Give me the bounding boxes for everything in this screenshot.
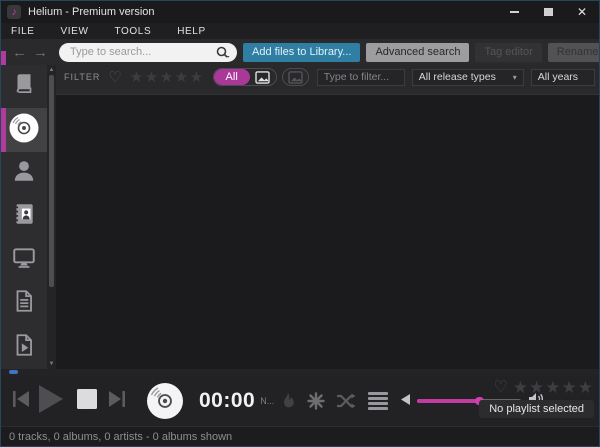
rating-filter-stars[interactable]: ★★★★★ [130, 70, 205, 85]
advanced-search-button[interactable]: Advanced search [366, 43, 469, 62]
chevron-down-icon: ▾ [513, 73, 517, 82]
search-box[interactable] [59, 43, 237, 62]
sidebar-scrollbar[interactable]: ▲ ▼ [47, 65, 56, 369]
add-files-button[interactable]: Add files to Library... [243, 43, 360, 62]
favorite-filter-heart-icon[interactable]: ♡ [108, 70, 121, 85]
without-artwork-filter-button[interactable] [283, 69, 308, 85]
player-bar: 00:00 N... ♡ ★★★★★ N [1, 376, 599, 426]
volume-down-icon[interactable] [401, 392, 410, 410]
back-arrow-button[interactable]: ← [9, 45, 30, 60]
filter-label: FILTER [64, 72, 100, 82]
album-list-empty-area[interactable] [56, 95, 599, 369]
app-logo-icon: ♪ [7, 5, 21, 19]
forward-arrow-button[interactable]: → [30, 45, 51, 60]
person-icon [11, 158, 37, 189]
release-types-dropdown[interactable]: All release types ▾ [412, 69, 524, 86]
filter-all-button[interactable]: All [214, 69, 250, 85]
scroll-down-icon[interactable]: ▼ [47, 360, 56, 368]
track-info-truncated: N... [260, 396, 274, 406]
picture-dim-icon [288, 71, 303, 84]
sidebar [1, 65, 47, 369]
title-bar: ♪ Helium - Premium version ✕ [1, 1, 599, 23]
picture-icon [255, 71, 270, 84]
elapsed-time: 00:00 [199, 389, 255, 413]
filter-bar: FILTER ♡ ★★★★★ All All release types ▾ A… [56, 65, 599, 89]
filter-text-input[interactable] [317, 69, 405, 86]
volume-fill [417, 399, 481, 403]
sidebar-scrollbar-thumb[interactable] [49, 75, 54, 287]
favorite-track-heart-icon[interactable]: ♡ [493, 380, 507, 396]
maximize-button[interactable] [531, 1, 565, 23]
next-track-button[interactable] [107, 388, 127, 415]
with-artwork-filter-button[interactable] [250, 69, 276, 85]
book-icon [11, 71, 37, 102]
library-counts-text: 0 tracks, 0 albums, 0 artists - 0 albums… [9, 431, 232, 443]
sidebar-item-library[interactable] [1, 65, 47, 108]
play-button[interactable] [34, 382, 66, 421]
sidebar-item-devices[interactable] [1, 239, 47, 282]
search-icon[interactable] [216, 46, 230, 59]
scroll-up-icon[interactable]: ▲ [47, 66, 56, 74]
tag-editor-button: Tag editor [475, 43, 541, 62]
without-artwork-filter-group [282, 68, 309, 86]
release-types-value: All release types [419, 71, 496, 83]
rename-files-button: Rename files [548, 43, 600, 62]
search-input[interactable] [59, 46, 216, 58]
accent-notch [1, 51, 6, 65]
disc-icon [7, 111, 41, 150]
view-filter-group: All [213, 68, 277, 86]
minimize-button[interactable] [497, 1, 531, 23]
document-icon [11, 288, 37, 319]
minimize-icon [510, 11, 519, 13]
queue-list-icon[interactable] [368, 392, 388, 410]
status-bar: 0 tracks, 0 albums, 0 artists - 0 albums… [1, 426, 599, 446]
previous-track-button[interactable] [11, 388, 31, 415]
freeze-snowflake-icon[interactable] [307, 392, 325, 410]
horizontal-scrollbar-thumb[interactable] [9, 370, 18, 374]
menu-tools[interactable]: TOOLS [115, 26, 152, 37]
close-icon: ✕ [577, 6, 587, 18]
menu-file[interactable]: FILE [11, 26, 35, 37]
menu-view[interactable]: VIEW [61, 26, 89, 37]
monitor-icon [11, 245, 37, 276]
sidebar-item-playlists[interactable] [1, 326, 47, 369]
years-value: All years [538, 71, 578, 83]
menu-help[interactable]: HELP [177, 26, 206, 37]
playlist-file-icon [11, 332, 37, 363]
years-dropdown[interactable]: All years [531, 69, 595, 86]
menu-bar: FILE VIEW TOOLS HELP [1, 23, 599, 39]
maximize-icon [544, 8, 553, 16]
window-title: Helium - Premium version [28, 6, 155, 18]
sidebar-item-artists[interactable] [1, 152, 47, 195]
sidebar-item-documents[interactable] [1, 282, 47, 325]
horizontal-scrollbar[interactable] [1, 369, 599, 376]
hot-tracks-flame-icon[interactable] [278, 390, 296, 412]
toolbar: ← → Add files to Library... Advanced sea… [1, 39, 599, 65]
sidebar-item-albums[interactable] [1, 108, 47, 151]
app-window: ♪ Helium - Premium version ✕ FILE VIEW T… [0, 0, 600, 447]
now-playing-disc-icon [145, 381, 185, 421]
close-button[interactable]: ✕ [565, 1, 599, 23]
shuffle-icon[interactable] [336, 393, 356, 409]
content-area: FILTER ♡ ★★★★★ All All release types ▾ A… [56, 65, 599, 369]
stop-button[interactable] [75, 387, 99, 416]
contact-card-icon [11, 201, 37, 232]
track-rating-stars[interactable]: ★★★★★ [513, 379, 594, 396]
playlist-status-badge: No playlist selected [479, 400, 594, 418]
sidebar-item-contacts[interactable] [1, 195, 47, 238]
